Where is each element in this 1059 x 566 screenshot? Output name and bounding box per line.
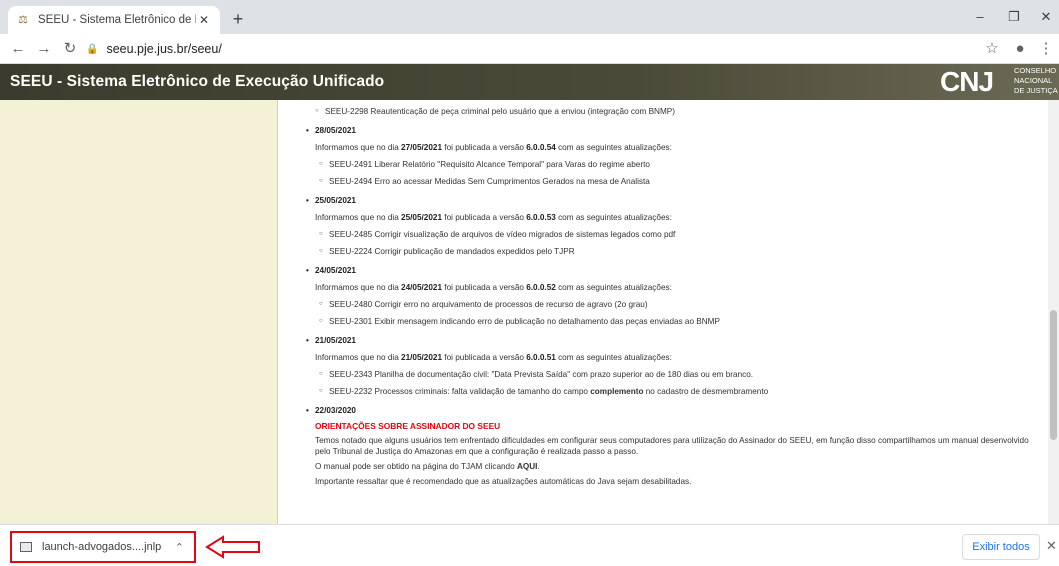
entry-date: 28/05/2021 — [306, 124, 1048, 137]
entry-paragraph: Temos notado que alguns usuários tem enf… — [315, 436, 1029, 456]
entry-intro: Informamos que no dia 21/05/2021 foi pub… — [315, 351, 1048, 364]
entry-date: 21/05/2021 — [306, 334, 1048, 347]
forward-arrow-icon[interactable]: → — [32, 37, 56, 61]
entry-paragraph: Importante ressaltar que é recomendado q… — [315, 477, 692, 486]
site-title: SEEU - Sistema Eletrônico de Execução Un… — [10, 73, 385, 90]
entry-intro: Informamos que no dia 25/05/2021 foi pub… — [315, 211, 1048, 224]
cnj-logo-subtitle: CONSELHO NACIONAL DE JUSTIÇA — [1014, 66, 1058, 96]
scrollbar-thumb[interactable] — [1050, 310, 1057, 440]
intro-date: 21/05/2021 — [401, 353, 443, 362]
news-entry: 25/05/2021 Informamos que no dia 25/05/2… — [306, 194, 1048, 258]
new-tab-icon[interactable]: + — [226, 8, 250, 32]
intro-date: 25/05/2021 — [401, 213, 443, 222]
intro-version: 6.0.0.53 — [526, 213, 556, 222]
intro-text: com as seguintes atualizações: — [555, 283, 672, 292]
download-item[interactable]: launch-advogados....jnlp ⌃ — [10, 531, 196, 563]
intro-version: 6.0.0.54 — [526, 143, 556, 152]
update-list: SEEU-2343 Planilha de documentação civil… — [315, 368, 1048, 398]
news-entry: 22/03/2020 ORIENTAÇÕES SOBRE ASSINADOR D… — [306, 404, 1048, 487]
restore-icon[interactable]: ❐ — [997, 6, 1031, 28]
item-text: no cadastro de desmembramento — [643, 387, 769, 396]
cnj-sub-line: NACIONAL — [1014, 76, 1053, 85]
cnj-sub-line: DE JUSTIÇA — [1014, 86, 1058, 95]
address-bar[interactable]: 🔒 seeu.pje.jus.br/seeu/ — [86, 38, 956, 60]
list-item: SEEU-2224 Corrigir publicação de mandado… — [319, 245, 1048, 258]
cnj-sub-line: CONSELHO — [1014, 66, 1057, 75]
tab-close-icon[interactable]: ✕ — [196, 12, 212, 28]
news-list: SEEU-2298 Reautenticação de peça crimina… — [279, 100, 1048, 487]
entry-intro: Informamos que no dia 24/05/2021 foi pub… — [315, 281, 1048, 294]
red-arrow-annotation-icon — [205, 535, 260, 559]
intro-text: com as seguintes atualizações: — [555, 213, 672, 222]
entry-date: 22/03/2020 — [306, 404, 1048, 417]
site-header: SEEU - Sistema Eletrônico de Execução Un… — [0, 64, 1059, 100]
minimize-icon[interactable]: – — [963, 6, 997, 28]
list-item: SEEU-2301 Exibir mensagem indicando erro… — [319, 315, 1048, 328]
intro-text: com as seguintes atualizações: — [555, 143, 672, 152]
download-bar: launch-advogados....jnlp ⌃ Exibir todos … — [0, 524, 1059, 566]
browser-toolbar: ← → ↻ 🔒 seeu.pje.jus.br/seeu/ ☆ ● ⋮ — [0, 34, 1059, 64]
download-bar-close-icon[interactable]: ✕ — [1046, 538, 1057, 554]
tab-strip: ⚖ SEEU - Sistema Eletrônico de Exe ✕ + –… — [0, 0, 1059, 34]
intro-text: Informamos que no dia — [315, 353, 402, 362]
intro-text: Informamos que no dia — [315, 143, 402, 152]
intro-text: Informamos que no dia — [315, 283, 402, 292]
lock-icon: 🔒 — [86, 43, 99, 55]
aqui-link[interactable]: AQUI — [517, 462, 537, 471]
intro-text: foi publicada a versão — [442, 353, 527, 362]
news-entry: 24/05/2021 Informamos que no dia 24/05/2… — [306, 264, 1048, 328]
chevron-up-icon[interactable]: ⌃ — [175, 541, 184, 554]
intro-text: Informamos que no dia — [315, 213, 402, 222]
left-sidebar-panel — [0, 100, 278, 524]
profile-icon[interactable]: ● — [1008, 37, 1032, 61]
bookmark-star-icon[interactable]: ☆ — [980, 37, 1004, 61]
list-item: SEEU-2232 Processos criminais: falta val… — [319, 385, 1048, 398]
entry-date: 24/05/2021 — [306, 264, 1048, 277]
reload-icon[interactable]: ↻ — [58, 37, 82, 61]
download-filename: launch-advogados....jnlp — [42, 541, 162, 553]
back-arrow-icon[interactable]: ← — [6, 37, 30, 61]
list-item: SEEU-2343 Planilha de documentação civil… — [319, 368, 1048, 381]
list-item: SEEU-2298 Reautenticação de peça crimina… — [315, 105, 1048, 118]
scales-favicon-icon: ⚖ — [18, 14, 28, 26]
entry-intro: Informamos que no dia 27/05/2021 foi pub… — [315, 141, 1048, 154]
list-item: SEEU-2485 Corrigir visualização de arqui… — [319, 228, 1048, 241]
show-all-button[interactable]: Exibir todos — [962, 534, 1040, 560]
entry-heading: ORIENTAÇÕES SOBRE ASSINADOR DO SEEU — [315, 421, 501, 431]
list-item: SEEU-2494 Erro ao acessar Medidas Sem Cu… — [319, 175, 1048, 188]
menu-kebab-icon[interactable]: ⋮ — [1034, 37, 1058, 61]
intro-text: foi publicada a versão — [442, 213, 527, 222]
browser-tab[interactable]: ⚖ SEEU - Sistema Eletrônico de Exe ✕ — [8, 6, 220, 34]
update-list: SEEU-2485 Corrigir visualização de arqui… — [315, 228, 1048, 258]
news-entry: 28/05/2021 Informamos que no dia 27/05/2… — [306, 124, 1048, 188]
intro-text: foi publicada a versão — [442, 283, 527, 292]
update-list: SEEU-2480 Corrigir erro no arquivamento … — [315, 298, 1048, 328]
update-list: SEEU-2491 Liberar Relatório "Requisito A… — [315, 158, 1048, 188]
para-text: . — [537, 462, 540, 471]
news-entry: 21/05/2021 Informamos que no dia 21/05/2… — [306, 334, 1048, 398]
item-text: SEEU-2232 Processos criminais: falta val… — [329, 387, 591, 396]
item-bold-text: complemento — [590, 387, 644, 396]
intro-text: foi publicada a versão — [442, 143, 527, 152]
window-close-icon[interactable]: ✕ — [1029, 6, 1059, 28]
intro-version: 6.0.0.51 — [526, 353, 556, 362]
tab-title: SEEU - Sistema Eletrônico de Exe — [38, 14, 196, 26]
intro-date: 24/05/2021 — [401, 283, 443, 292]
news-content: SEEU-2298 Reautenticação de peça crimina… — [279, 100, 1048, 524]
list-item: SEEU-2491 Liberar Relatório "Requisito A… — [319, 158, 1048, 171]
file-icon — [20, 542, 32, 552]
entry-paragraph: O manual pode ser obtido na página do TJ… — [315, 461, 1045, 472]
cnj-logo: CNJ — [940, 66, 994, 97]
intro-version: 6.0.0.52 — [526, 283, 556, 292]
intro-date: 27/05/2021 — [401, 143, 443, 152]
para-text: O manual pode ser obtido na página do TJ… — [315, 462, 517, 471]
list-item: SEEU-2480 Corrigir erro no arquivamento … — [319, 298, 1048, 311]
url-text: seeu.pje.jus.br/seeu/ — [106, 42, 222, 56]
page-scrollbar[interactable] — [1048, 100, 1059, 524]
intro-text: com as seguintes atualizações: — [555, 353, 672, 362]
entry-date: 25/05/2021 — [306, 194, 1048, 207]
